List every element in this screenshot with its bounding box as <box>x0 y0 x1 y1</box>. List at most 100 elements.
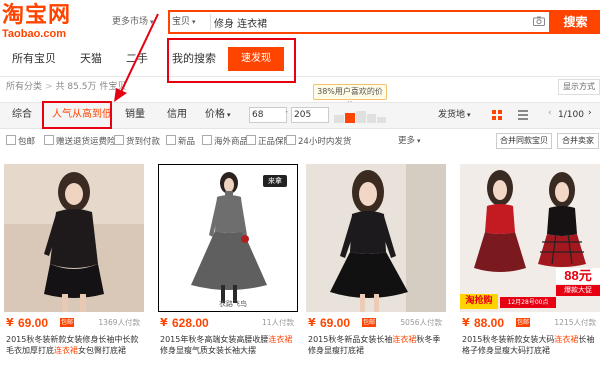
merge-sellers-button[interactable]: 合并卖家 <box>557 133 599 149</box>
filter-label: 包邮 <box>18 137 36 147</box>
chevron-down-icon: ▾ <box>467 111 471 119</box>
title-part: 2015秋冬装新款女装大码 <box>462 335 555 344</box>
tabs-divider <box>0 76 600 77</box>
currency-symbol: ¥ <box>462 316 470 329</box>
price-max-input[interactable] <box>291 107 329 123</box>
annotation-box-tabs <box>167 38 296 83</box>
search-scope-selector[interactable]: 宝贝 ▾ <box>172 14 211 30</box>
ship-from-label: 发货地 <box>438 110 466 120</box>
sort-credit[interactable]: 信用 <box>167 107 187 123</box>
filter-24h-shipping[interactable]: 24小时内发货 <box>286 135 351 148</box>
free-shipping-badge: 包邮 <box>60 318 75 327</box>
promo-price-sticker: 88元 <box>556 268 600 284</box>
product-price: 88.00 <box>474 316 505 330</box>
title-keyword: 连衣裙 <box>268 335 293 344</box>
sort-sales[interactable]: 销量 <box>125 107 145 123</box>
flash-sale-date: 12月28号00点 <box>500 297 556 308</box>
product-price: 628.00 <box>172 316 209 330</box>
product-tag: 来拿 <box>263 175 287 187</box>
product-image[interactable] <box>306 164 446 312</box>
page-next-icon[interactable]: › <box>588 108 592 118</box>
product-card[interactable]: ¥ 69.00 包邮 5056人付款 2015秋冬新品女装长袖连衣裙秋冬季修身显… <box>306 164 446 368</box>
sort-price-label: 价格 <box>205 109 225 120</box>
grid-view-icon[interactable] <box>492 110 502 120</box>
filter-label: 海外商品 <box>214 137 249 147</box>
title-part: 修身显瘦气质女装长袖大摆 <box>160 346 256 355</box>
checkbox-icon <box>286 135 296 145</box>
taobao-logo-subtitle: Taobao.com <box>2 28 66 40</box>
product-image[interactable] <box>4 164 144 312</box>
flash-sale-logo: 淘抢购 <box>460 294 498 309</box>
more-filters-button[interactable]: 更多 ▾ <box>398 135 421 148</box>
product-image[interactable]: 88元 爆款大促 淘抢购 12月28号00点 <box>460 164 600 312</box>
product-title[interactable]: 2015秋冬装新款女装修身长袖中长款毛衣加厚打底连衣裙女包臀打底裙 <box>6 334 142 356</box>
ship-from-selector[interactable]: 发货地 ▾ <box>438 107 471 123</box>
camera-icon[interactable] <box>533 16 545 26</box>
product-image[interactable]: 来拿 衣路飞鸟 <box>158 164 298 312</box>
filter-label: 新品 <box>178 137 196 147</box>
filter-overseas[interactable]: 海外商品 <box>202 135 248 148</box>
product-title[interactable]: 2015秋冬新品女装长袖连衣裙秋冬季修身显瘦打底裙 <box>308 334 444 356</box>
filter-label: 24小时内发货 <box>298 137 352 147</box>
list-view-icon[interactable] <box>518 110 528 120</box>
product-title[interactable]: 2015秋冬装新款女装大码连衣裙长袖格子修身显瘦大码打底裙 <box>462 334 598 356</box>
product-card[interactable]: ¥ 69.00 包邮 1369人付款 2015秋冬装新款女装修身长袖中长款毛衣加… <box>4 164 144 368</box>
title-part: 女包臀打底裙 <box>78 346 126 355</box>
filter-free-shipping[interactable]: 包邮 <box>6 135 35 148</box>
price-hint-tooltip: 38%用户喜欢的价位 <box>313 84 387 110</box>
price-min-input[interactable] <box>249 107 287 123</box>
search-input[interactable] <box>214 13 524 31</box>
checkbox-icon <box>6 135 16 145</box>
checkbox-icon <box>44 135 54 145</box>
checkbox-icon <box>246 135 256 145</box>
merge-same-items-button[interactable]: 合并同款宝贝 <box>496 133 552 149</box>
more-filters-label: 更多 <box>398 136 416 146</box>
product-price: 69.00 <box>18 316 49 330</box>
sort-price[interactable]: 价格 ▾ <box>205 107 231 123</box>
product-card[interactable]: 88元 爆款大促 淘抢购 12月28号00点 ¥ 88.00 包邮 1215人付… <box>460 164 600 368</box>
free-shipping-badge: 包邮 <box>516 318 531 327</box>
currency-symbol: ¥ <box>160 316 168 329</box>
filter-label: 货到付款 <box>126 137 161 147</box>
price-row: ¥ 628.00 11人付款 <box>158 316 298 330</box>
search-scope-label: 宝贝 <box>172 17 191 27</box>
currency-symbol: ¥ <box>308 316 316 329</box>
display-options-button[interactable]: 显示方式 <box>558 79 600 95</box>
search-button[interactable]: 搜索 <box>551 10 600 34</box>
product-price: 69.00 <box>320 316 351 330</box>
product-card[interactable]: 来拿 衣路飞鸟 ¥ 628.00 11人付款 2015年秋冬高端女装高腰收腰连衣… <box>158 164 298 368</box>
annotation-arrow-icon <box>114 13 159 102</box>
chevron-down-icon: ▾ <box>417 137 421 145</box>
page-prev-icon[interactable]: ‹ <box>548 108 552 118</box>
payer-count: 1215人付款 <box>554 318 596 327</box>
free-shipping-badge: 包邮 <box>362 318 377 327</box>
annotation-box-sort <box>42 101 112 129</box>
price-range-dash: - <box>285 107 289 117</box>
title-part: 2015年秋冬高端女装高腰收腰 <box>160 335 269 344</box>
price-row: ¥ 88.00 包邮 1215人付款 <box>460 316 600 330</box>
checkbox-icon <box>166 135 176 145</box>
title-keyword: 连衣裙 <box>392 335 417 344</box>
tab-tmall[interactable]: 天猫 <box>80 50 102 68</box>
title-keyword: 连衣裙 <box>554 335 579 344</box>
payer-count: 5056人付款 <box>400 318 442 327</box>
price-row: ¥ 69.00 包邮 5056人付款 <box>306 316 446 330</box>
title-keyword: 连衣裙 <box>54 346 78 355</box>
watermark-text: 衣路飞鸟 <box>219 300 247 308</box>
payer-count: 1369人付款 <box>98 318 140 327</box>
filter-new[interactable]: 新品 <box>166 135 195 148</box>
filter-cod[interactable]: 货到付款 <box>114 135 160 148</box>
payer-count: 11人付款 <box>261 318 294 327</box>
taobao-logo[interactable]: 淘宝网 <box>2 4 71 28</box>
promo-sale-sticker: 爆款大促 <box>556 285 600 296</box>
product-title[interactable]: 2015年秋冬高端女装高腰收腰连衣裙修身显瘦气质女装长袖大摆 <box>160 334 296 356</box>
chevron-down-icon: ▾ <box>192 18 196 26</box>
sort-default[interactable]: 综合 <box>12 107 32 123</box>
chevron-down-icon: ▾ <box>227 111 231 119</box>
tab-all-items[interactable]: 所有宝贝 <box>12 50 56 68</box>
price-distribution-bar[interactable] <box>334 109 386 123</box>
checkbox-icon <box>114 135 124 145</box>
breadcrumb-home[interactable]: 所有分类 <box>6 82 42 92</box>
filter-return-insurance[interactable]: 赠送退货运费险 <box>44 135 116 148</box>
title-part: 2015秋冬新品女装长袖 <box>308 335 393 344</box>
